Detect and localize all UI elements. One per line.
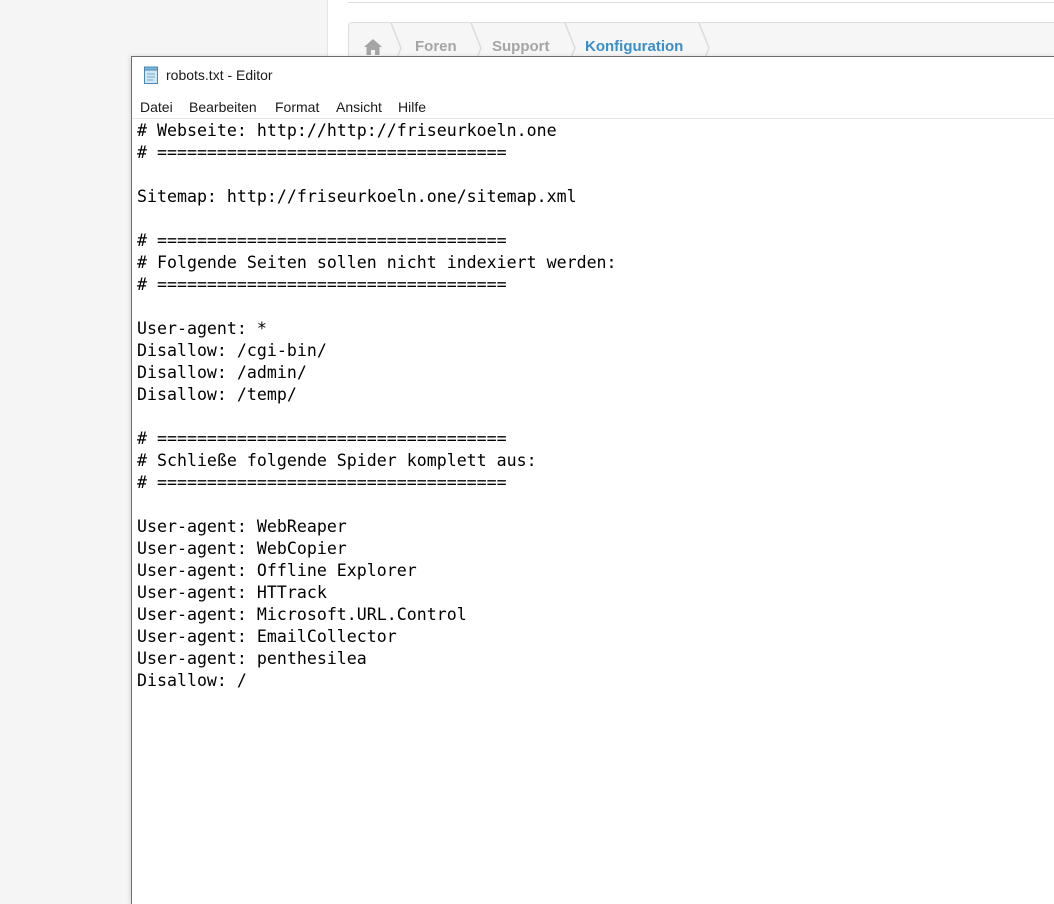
menu-hilfe[interactable]: Hilfe <box>398 98 426 116</box>
menu-format[interactable]: Format <box>275 98 319 116</box>
website-top-divider <box>348 0 1054 3</box>
menu-bearbeiten[interactable]: Bearbeiten <box>189 98 257 116</box>
menu-ansicht[interactable]: Ansicht <box>336 98 382 116</box>
title-bar[interactable]: robots.txt - Editor <box>132 57 1054 95</box>
home-icon[interactable] <box>363 38 383 56</box>
notepad-icon <box>142 66 161 85</box>
menu-datei[interactable]: Datei <box>140 98 173 116</box>
menu-bar: Datei Bearbeiten Format Ansicht Hilfe <box>132 96 1054 118</box>
window-title: robots.txt - Editor <box>166 67 273 83</box>
text-editor-area[interactable]: # Webseite: http://http://friseurkoeln.o… <box>132 118 1054 904</box>
screen: Foren Support Konfiguration robots.txt -… <box>0 0 1054 904</box>
notepad-window: robots.txt - Editor Datei Bearbeiten For… <box>131 56 1054 904</box>
document-text[interactable]: # Webseite: http://http://friseurkoeln.o… <box>137 120 617 692</box>
